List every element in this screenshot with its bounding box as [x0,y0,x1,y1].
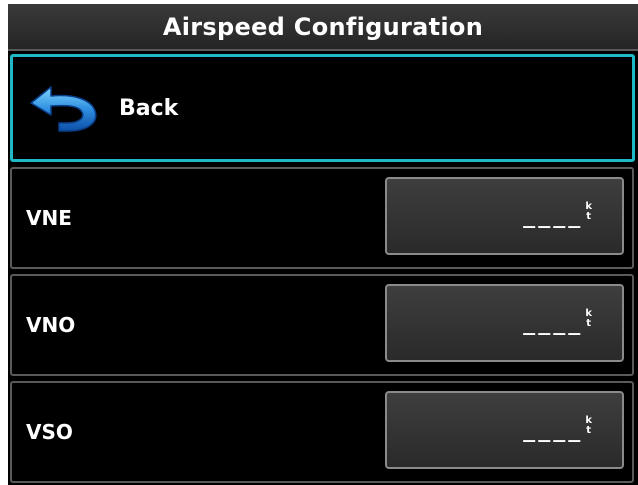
vno-value-field[interactable]: ____ k t [385,284,624,362]
unit-bottom: t [586,211,592,222]
row-label-vne: VNE [26,206,72,230]
row-vso: VSO ____ k t [10,381,634,483]
row-label-vno: VNO [26,313,76,337]
back-button[interactable]: Back [10,54,635,162]
page-title: Airspeed Configuration [162,12,484,41]
unit-bottom: t [586,318,592,329]
vno-value: ____ [523,311,584,335]
vso-value-field[interactable]: ____ k t [385,391,624,469]
vne-value-field[interactable]: ____ k t [385,177,624,255]
unit-bottom: t [586,425,592,436]
back-label: Back [119,95,179,121]
back-arrow-icon [29,83,103,133]
vso-value: ____ [523,418,584,442]
airspeed-configuration-screen: Airspeed Configuration Back VNE ____ k t… [8,4,638,485]
knots-unit: k t [585,202,592,222]
row-label-vso: VSO [26,420,73,444]
knots-unit: k t [585,416,592,436]
vne-value: ____ [523,204,584,228]
row-vno: VNO ____ k t [10,274,634,376]
knots-unit: k t [585,309,592,329]
title-bar: Airspeed Configuration [8,4,638,51]
row-vne: VNE ____ k t [10,167,634,269]
